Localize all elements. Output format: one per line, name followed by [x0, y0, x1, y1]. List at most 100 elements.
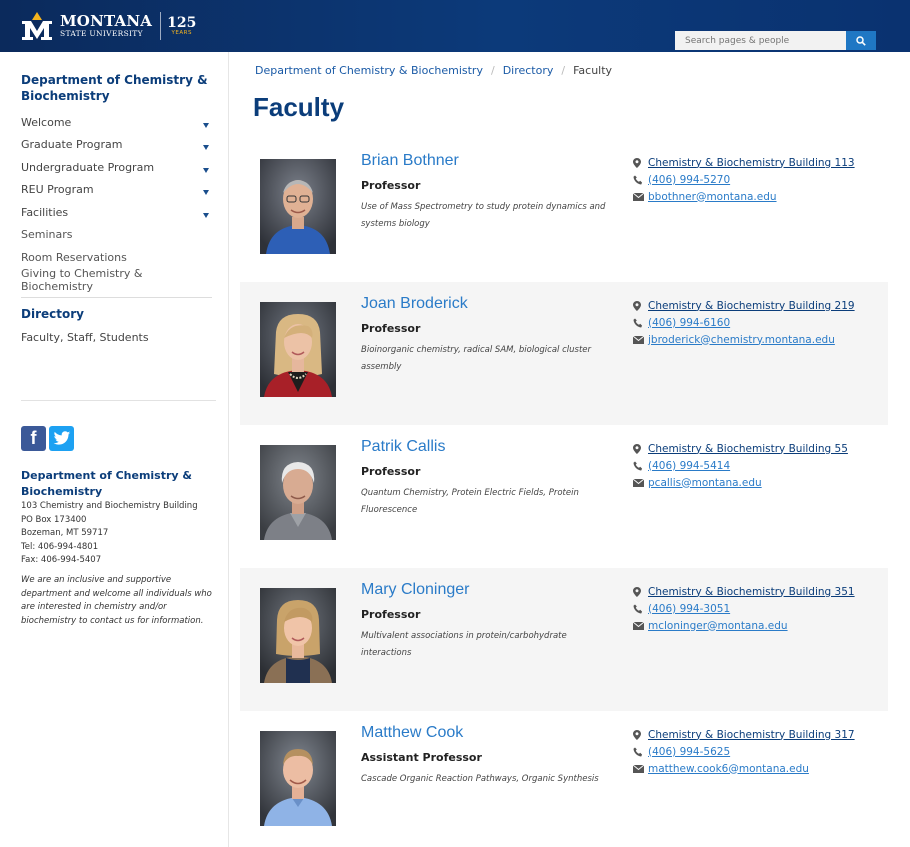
msu-logo[interactable]: MONTANA STATE UNIVERSITY 125 YEARS	[20, 10, 196, 42]
sidebar-item-seminars[interactable]: Seminars	[21, 224, 211, 247]
phone-icon	[633, 175, 648, 185]
faculty-photo[interactable]	[260, 731, 336, 826]
sidebar-item-room-reservations[interactable]: Room Reservations	[21, 246, 211, 269]
faculty-contacts: Chemistry & Biochemistry Building 55 (40…	[633, 440, 883, 491]
envelope-icon	[633, 764, 648, 773]
office-location-link[interactable]: Chemistry & Biochemistry Building 351	[648, 586, 855, 598]
map-marker-icon	[633, 729, 648, 740]
sidebar-item-giving[interactable]: Giving to Chemistry & Biochemistry	[21, 266, 211, 293]
inclusion-statement: We are an inclusive and supportive depar…	[21, 575, 212, 626]
sidebar-item-label: Room Reservations	[21, 250, 127, 264]
map-marker-icon	[633, 157, 648, 168]
faculty-photo[interactable]	[260, 445, 336, 540]
faculty-research: Use of Mass Spectrometry to study protei…	[361, 202, 606, 229]
logo-name: MONTANA	[60, 12, 153, 31]
sidebar-divider	[21, 400, 216, 401]
anniversary-number: 125	[167, 14, 197, 31]
contact-department-name: Department of Chemistry & Biochemistry	[21, 469, 193, 498]
caret-down-icon[interactable]	[203, 122, 209, 128]
faculty-research: Multivalent associations in protein/carb…	[361, 631, 567, 658]
faculty-card: Joan Broderick Professor Bioinorganic ch…	[240, 282, 888, 425]
sidebar-item-welcome[interactable]: Welcome	[21, 111, 211, 134]
phone-link[interactable]: (406) 994-5270	[648, 174, 730, 186]
sidebar-item-facilities[interactable]: Facilities	[21, 201, 211, 224]
faculty-research: Bioinorganic chemistry, radical SAM, bio…	[361, 345, 592, 372]
faculty-photo[interactable]	[260, 588, 336, 683]
phone-icon	[633, 747, 648, 757]
contact-address: 103 Chemistry and Biochemistry Building …	[21, 500, 216, 568]
sidebar-nav: Welcome Graduate Program Undergraduate P…	[21, 111, 211, 293]
faculty-title: Professor	[361, 608, 421, 621]
logo-subname: STATE UNIVERSITY	[60, 29, 143, 39]
sidebar-item-reu-program[interactable]: REU Program	[21, 179, 211, 202]
map-marker-icon	[633, 300, 648, 311]
office-location-link[interactable]: Chemistry & Biochemistry Building 219	[648, 300, 855, 312]
breadcrumb-department-link[interactable]: Department of Chemistry & Biochemistry	[255, 64, 483, 77]
sidebar-department-title[interactable]: Department of Chemistry & Biochemistry	[21, 72, 211, 104]
sidebar-item-undergraduate-program[interactable]: Undergraduate Program	[21, 156, 211, 179]
faculty-name-link[interactable]: Patrik Callis	[361, 438, 445, 456]
search-input[interactable]	[675, 31, 846, 50]
phone-link[interactable]: (406) 994-6160	[648, 317, 730, 329]
faculty-name-link[interactable]: Matthew Cook	[361, 724, 463, 742]
phone-link[interactable]: (406) 994-3051	[648, 603, 730, 615]
faculty-photo[interactable]	[260, 159, 336, 254]
office-location-link[interactable]: Chemistry & Biochemistry Building 113	[648, 157, 855, 169]
faculty-research: Cascade Organic Reaction Pathways, Organ…	[361, 774, 599, 784]
caret-down-icon[interactable]	[203, 212, 209, 218]
faculty-title: Professor	[361, 179, 421, 192]
office-location-link[interactable]: Chemistry & Biochemistry Building 55	[648, 443, 848, 455]
faculty-photo[interactable]	[260, 302, 336, 397]
sidebar-item-label: Undergraduate Program	[21, 160, 155, 174]
envelope-icon	[633, 621, 648, 630]
faculty-research: Quantum Chemistry, Protein Electric Fiel…	[361, 488, 579, 515]
breadcrumb-directory-link[interactable]: Directory	[503, 64, 554, 77]
faculty-contacts: Chemistry & Biochemistry Building 219 (4…	[633, 297, 883, 348]
search-button[interactable]	[846, 31, 876, 50]
faculty-name-link[interactable]: Joan Broderick	[361, 295, 468, 313]
contact-po-box: PO Box 173400	[21, 514, 87, 525]
breadcrumb-separator: /	[490, 64, 495, 77]
anniversary-label: YEARS	[171, 29, 192, 36]
email-link[interactable]: mcloninger@montana.edu	[648, 620, 788, 632]
phone-icon	[633, 461, 648, 471]
email-link[interactable]: matthew.cook6@montana.edu	[648, 763, 809, 775]
envelope-icon	[633, 478, 648, 487]
phone-icon	[633, 604, 648, 614]
search-icon	[856, 31, 866, 50]
faculty-contacts: Chemistry & Biochemistry Building 351 (4…	[633, 583, 883, 634]
email-link[interactable]: bbothner@montana.edu	[648, 191, 777, 203]
sidebar-item-label: Welcome	[21, 115, 72, 129]
faculty-name-link[interactable]: Brian Bothner	[361, 152, 459, 170]
caret-down-icon[interactable]	[203, 167, 209, 173]
faculty-title: Assistant Professor	[361, 751, 482, 764]
social-links: f	[21, 426, 74, 451]
caret-down-icon[interactable]	[203, 190, 209, 196]
sidebar-item-label: Facilities	[21, 205, 69, 219]
faculty-title: Professor	[361, 322, 421, 335]
faculty-name-link[interactable]: Mary Cloninger	[361, 581, 469, 599]
faculty-title: Professor	[361, 465, 421, 478]
sidebar-item-faculty-staff-students[interactable]: Faculty, Staff, Students	[21, 331, 149, 344]
email-link[interactable]: jbroderick@chemistry.montana.edu	[648, 334, 835, 346]
site-header: MONTANA STATE UNIVERSITY 125 YEARS	[0, 0, 910, 52]
office-location-link[interactable]: Chemistry & Biochemistry Building 317	[648, 729, 855, 741]
faculty-card: Matthew Cook Assistant Professor Cascade…	[240, 711, 888, 847]
phone-link[interactable]: (406) 994-5414	[648, 460, 730, 472]
caret-down-icon[interactable]	[203, 145, 209, 151]
sidebar-directory-heading[interactable]: Directory	[21, 307, 84, 321]
twitter-icon[interactable]	[49, 426, 74, 451]
facebook-icon[interactable]: f	[21, 426, 46, 451]
map-marker-icon	[633, 586, 648, 597]
msu-m-icon	[20, 11, 54, 41]
sidebar-item-label: REU Program	[21, 183, 94, 197]
sidebar-item-label: Giving to Chemistry & Biochemistry	[21, 266, 143, 293]
breadcrumb: Department of Chemistry & Biochemistry / D…	[255, 64, 612, 77]
phone-link[interactable]: (406) 994-5625	[648, 746, 730, 758]
sidebar-item-graduate-program[interactable]: Graduate Program	[21, 134, 211, 157]
sidebar-item-label: Graduate Program	[21, 138, 123, 152]
sidebar-item-label: Seminars	[21, 228, 73, 242]
faculty-card: Patrik Callis Professor Quantum Chemistr…	[240, 425, 888, 568]
email-link[interactable]: pcallis@montana.edu	[648, 477, 762, 489]
sidebar-divider	[21, 297, 212, 298]
